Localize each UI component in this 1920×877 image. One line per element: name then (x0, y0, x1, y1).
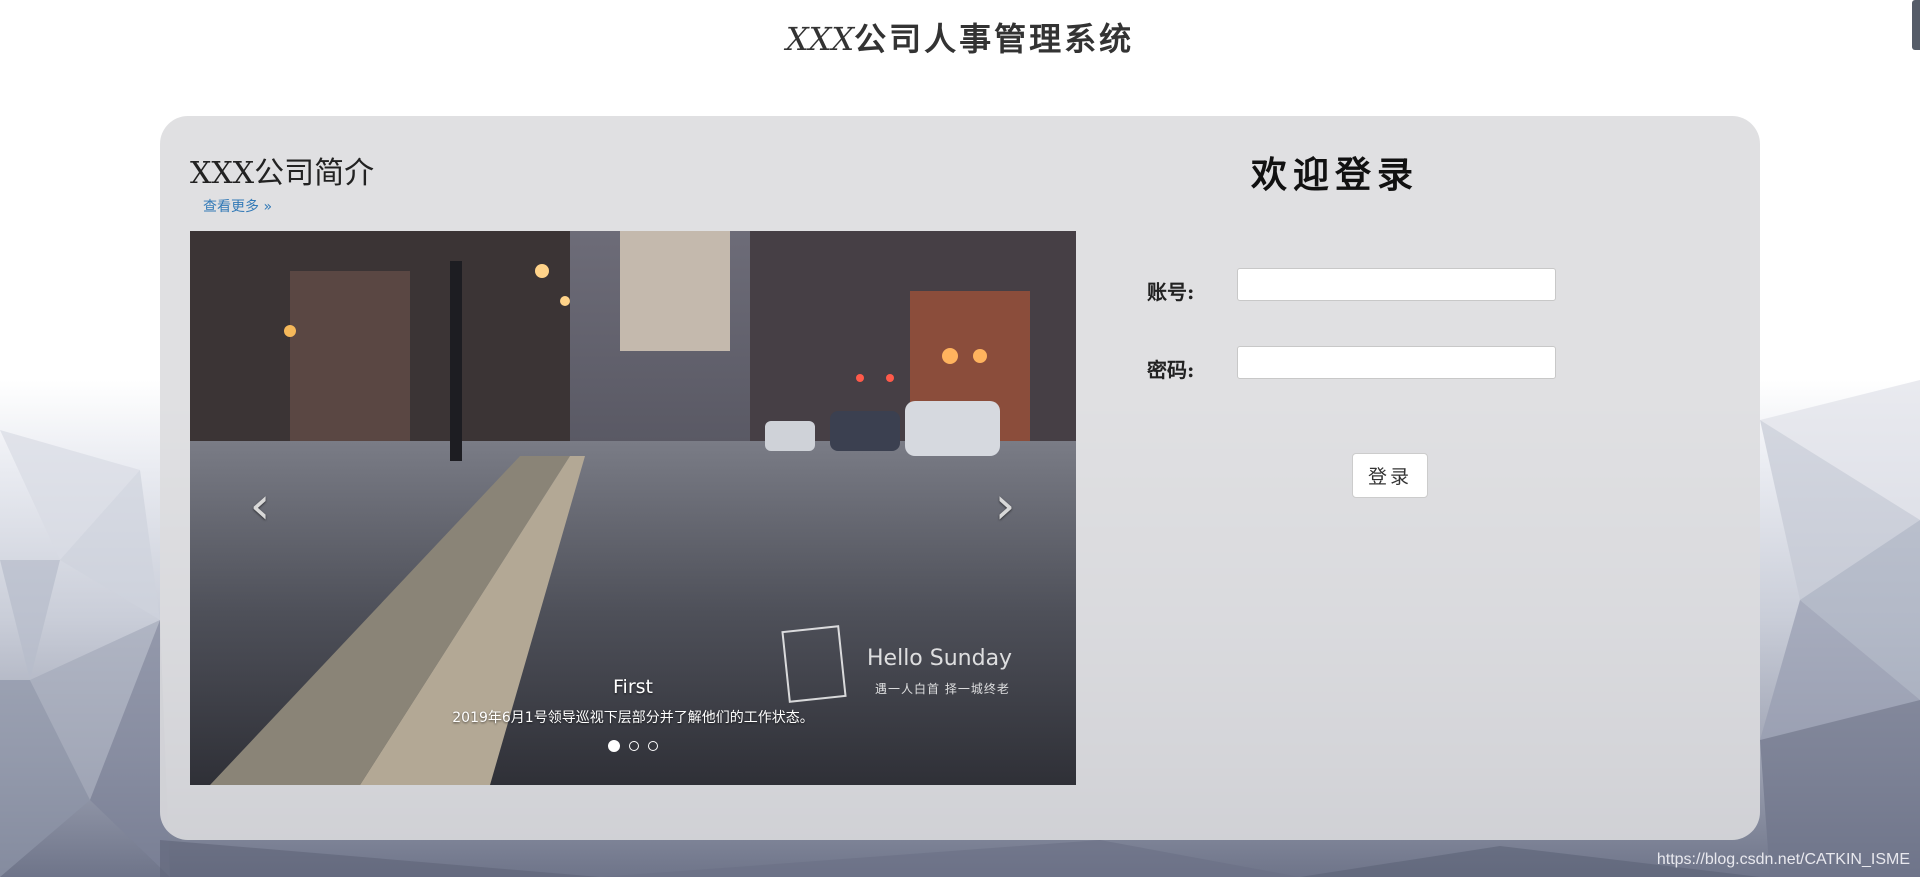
password-input[interactable] (1237, 346, 1556, 379)
login-title: 欢迎登录 (1250, 154, 1419, 196)
carousel-indicator[interactable] (629, 740, 639, 751)
carousel-prev-button[interactable]: ‹ (235, 476, 285, 536)
carousel-indicators (190, 735, 1076, 754)
carousel-indicator[interactable] (648, 740, 659, 751)
source-url: https://blog.csdn.net/CATKIN_ISME (1656, 851, 1910, 868)
password-label: 密码: (1147, 358, 1195, 382)
carousel-next-button[interactable]: › (980, 476, 1030, 536)
account-label: 账号: (1147, 280, 1195, 304)
scrollbar-handle[interactable] (1912, 0, 1920, 50)
carousel-indicator[interactable] (607, 739, 620, 752)
account-input[interactable] (1237, 268, 1556, 301)
page-title-brand: XXX (785, 20, 855, 58)
watermark-title: Hello Sunday (867, 646, 1013, 671)
main-panel: XXX公司简介 查看更多 » Hello Sunday 遇一人白首 择一城终老 … (160, 116, 1760, 840)
company-intro-title: XXX公司简介 (190, 156, 375, 191)
slide-caption: 2019年6月1号领导巡视下层部分并了解他们的工作状态。 (452, 710, 814, 726)
chevron-left-icon: ‹ (249, 476, 271, 536)
slide-watermark: Hello Sunday 遇一人白首 择一城终老 (781, 625, 1025, 716)
image-carousel: Hello Sunday 遇一人白首 择一城终老 ‹ › First 2019年… (190, 231, 1076, 785)
chevron-right-icon: › (994, 476, 1016, 536)
page-title: XXX公司人事管理系统 (0, 14, 1920, 60)
view-more-link[interactable]: 查看更多 » (203, 196, 272, 216)
login-button[interactable]: 登录 (1352, 453, 1428, 498)
slide-title: First (613, 676, 653, 698)
page-title-text: 公司人事管理系统 (854, 20, 1135, 58)
